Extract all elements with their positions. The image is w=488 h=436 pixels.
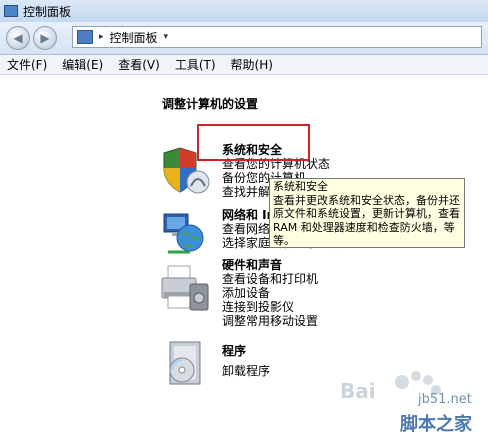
menu-tools[interactable]: 工具(T) (175, 56, 216, 73)
menu-edit[interactable]: 编辑(E) (62, 56, 103, 73)
svg-text:Bai: Bai (340, 379, 376, 403)
back-button[interactable]: ◀ (6, 26, 30, 50)
control-panel-icon (77, 30, 93, 44)
control-panel-icon (4, 5, 18, 17)
tooltip-title: 系统和安全 (273, 180, 328, 193)
watermark-name: 脚本之家 (400, 414, 472, 435)
menu-file[interactable]: 文件(F) (7, 56, 47, 73)
address-bar[interactable]: ▸ 控制面板 ▾ (72, 26, 482, 48)
navigation-bar: ◀ ▶ ▸ 控制面板 ▾ (0, 22, 488, 55)
title-bar: 控制面板 (0, 0, 488, 22)
link-add-device[interactable]: 添加设备 (222, 286, 318, 300)
breadcrumb-separator-icon[interactable]: ▸ (99, 32, 104, 42)
category-programs: 程序 卸载程序 (222, 344, 270, 378)
link-uninstall-program[interactable]: 卸载程序 (222, 364, 270, 378)
menu-help[interactable]: 帮助(H) (231, 56, 273, 73)
chevron-down-icon[interactable]: ▾ (164, 32, 169, 42)
back-arrow-icon: ◀ (13, 31, 23, 45)
highlight-box (197, 124, 310, 161)
link-connect-projector[interactable]: 连接到投影仪 (222, 300, 318, 314)
printer-icon[interactable] (158, 262, 212, 316)
category-title-hardware-sound[interactable]: 硬件和声音 (222, 258, 318, 272)
forward-arrow-icon: ▶ (40, 31, 50, 45)
tooltip-body: 查看并更改系统和安全状态，备份并还原文件和系统设置，更新计算机，查看 RAM 和… (273, 193, 460, 248)
menu-view[interactable]: 查看(V) (118, 56, 160, 73)
window-title: 控制面板 (23, 4, 72, 19)
link-view-devices-printers[interactable]: 查看设备和打印机 (222, 272, 318, 286)
link-mobility-settings[interactable]: 调整常用移动设置 (222, 314, 318, 328)
network-globe-icon[interactable] (160, 208, 212, 260)
menu-bar: 文件(F) 编辑(E) 查看(V) 工具(T) 帮助(H) (0, 55, 488, 75)
tooltip: 系统和安全 查看并更改系统和安全状态，备份并还原文件和系统设置，更新计算机，查看… (269, 178, 465, 248)
forward-button[interactable]: ▶ (33, 26, 57, 50)
breadcrumb-control-panel[interactable]: 控制面板 (110, 29, 158, 46)
programs-disc-icon[interactable] (162, 340, 212, 390)
category-hardware-sound: 硬件和声音 查看设备和打印机 添加设备 连接到投影仪 调整常用移动设置 (222, 258, 318, 328)
page-title: 调整计算机的设置 (162, 97, 259, 111)
watermark-site: jb51.net (418, 392, 472, 407)
category-title-programs[interactable]: 程序 (222, 344, 270, 358)
